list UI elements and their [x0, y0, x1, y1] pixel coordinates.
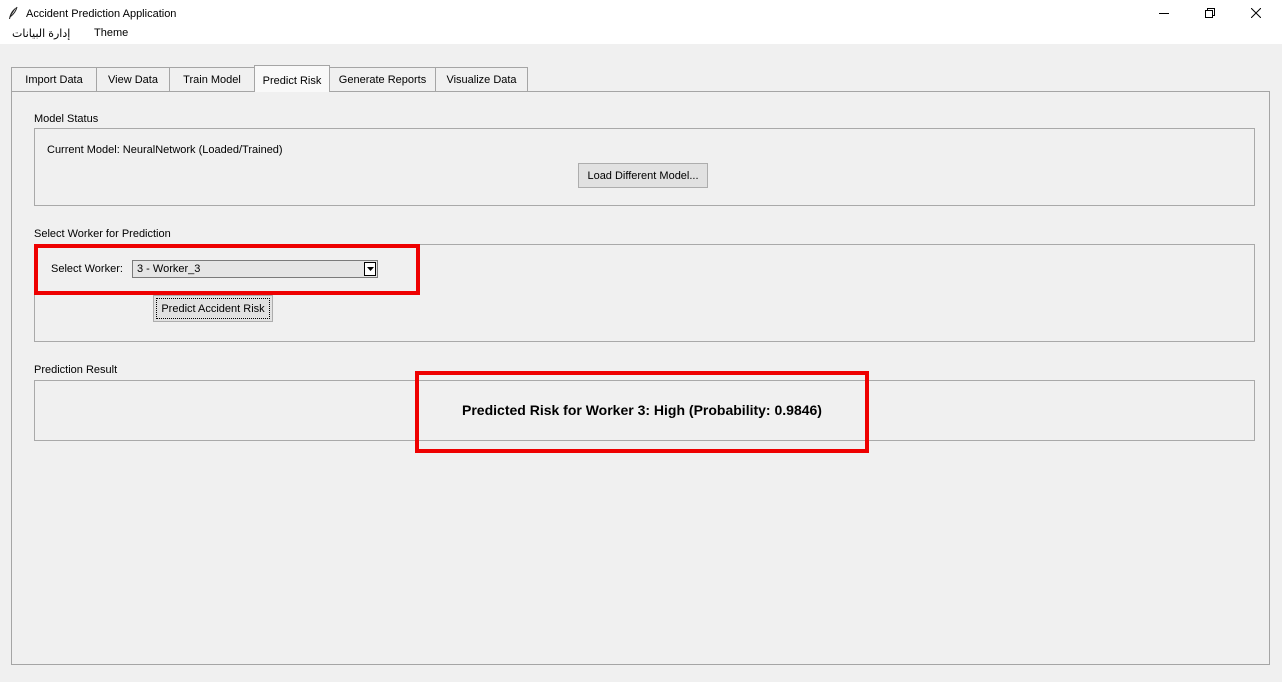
close-button[interactable] [1233, 0, 1279, 26]
restore-button[interactable] [1187, 0, 1233, 26]
tab-train-model[interactable]: Train Model [169, 67, 255, 91]
feather-icon [9, 6, 18, 19]
title-bar: Accident Prediction Application [0, 0, 1282, 26]
tab-visualize-data[interactable]: Visualize Data [435, 67, 528, 91]
load-button-label: Load Different Model... [587, 169, 699, 182]
tab-label: Visualize Data [446, 73, 517, 86]
minimize-button[interactable] [1141, 0, 1187, 26]
worker-selection-label: Select Worker for Prediction [34, 228, 171, 240]
tab-label: View Data [108, 73, 158, 86]
minimize-icon [1159, 13, 1169, 14]
current-model-text: Current Model: NeuralNetwork (Loaded/Tra… [47, 144, 283, 156]
tab-label: Predict Risk [262, 75, 322, 87]
window-title: Accident Prediction Application [26, 8, 177, 20]
tab-generate-reports[interactable]: Generate Reports [329, 67, 436, 91]
prediction-result-label: Prediction Result [34, 364, 118, 376]
restore-icon [1205, 8, 1215, 18]
tab-label: Generate Reports [338, 73, 427, 86]
model-status-label: Model Status [34, 113, 99, 125]
tab-predict-risk[interactable]: Predict Risk [254, 65, 330, 92]
menu-bar: إدارة البيانات Theme [0, 26, 1282, 44]
tab-label: Train Model [183, 73, 241, 86]
close-icon [1251, 8, 1261, 18]
load-different-model-button[interactable]: Load Different Model... [578, 163, 708, 188]
menu-theme[interactable]: Theme [92, 27, 130, 39]
worker-select-highlight [34, 244, 420, 295]
focus-rect [156, 298, 270, 319]
tab-view-data[interactable]: View Data [96, 67, 170, 91]
prediction-result-highlight [415, 371, 869, 453]
tab-import-data[interactable]: Import Data [11, 67, 97, 91]
tab-label: Import Data [25, 73, 83, 86]
predict-accident-risk-button[interactable]: Predict Accident Risk [153, 295, 273, 322]
menu-data-management[interactable]: إدارة البيانات [10, 27, 72, 40]
